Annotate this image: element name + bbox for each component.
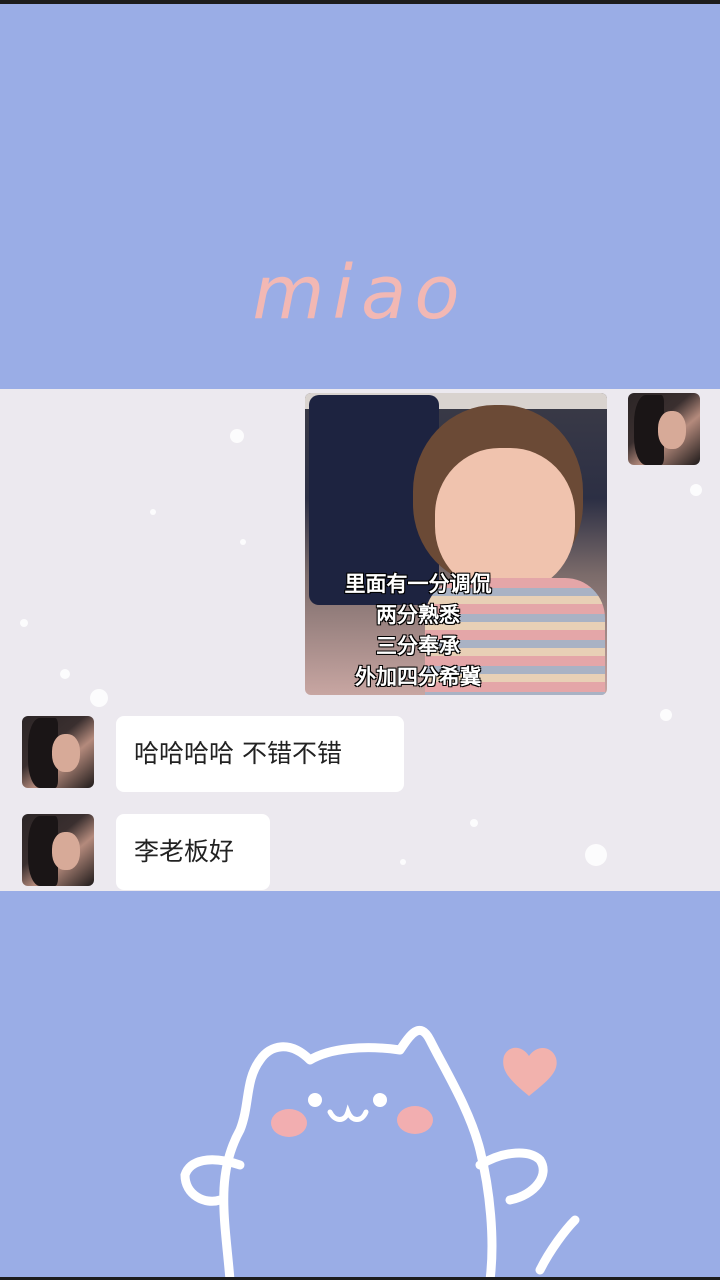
- heart-icon: [503, 1047, 557, 1096]
- cat-doodle-icon: [180, 1025, 580, 1280]
